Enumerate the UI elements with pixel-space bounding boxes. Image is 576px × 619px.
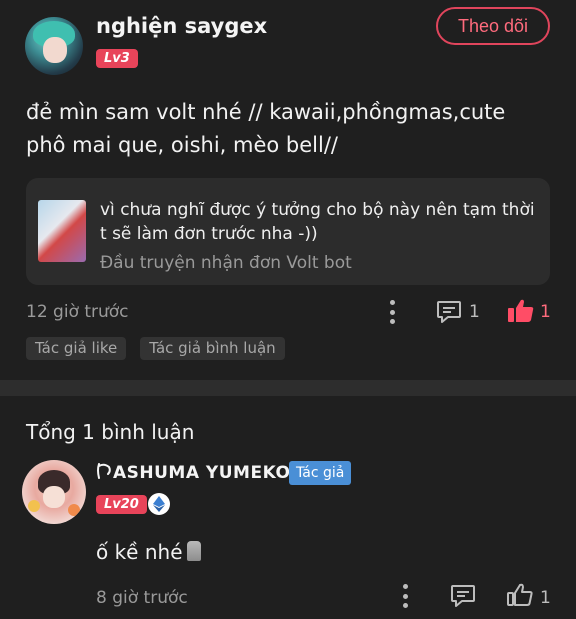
commenter-name[interactable]: ASHUMA YUMEKO bbox=[96, 462, 290, 483]
moai-emoji bbox=[186, 541, 201, 561]
post-author-level-badge: Lv3 bbox=[96, 49, 138, 68]
name-decoration-icon bbox=[97, 463, 111, 479]
commenter-level-badge: Lv20 bbox=[96, 495, 147, 514]
section-divider bbox=[0, 380, 576, 396]
comment-like-count: 1 bbox=[540, 588, 551, 608]
comment-text: ố kề nhé bbox=[96, 540, 201, 564]
tag-author-commented: Tác giả bình luận bbox=[140, 337, 285, 360]
comment-timestamp: 8 giờ trước bbox=[96, 588, 188, 608]
tag-author-like: Tác giả like bbox=[26, 337, 127, 360]
comment-more-options-icon[interactable] bbox=[402, 584, 408, 608]
commenter-avatar[interactable] bbox=[22, 460, 86, 524]
post-author-avatar[interactable] bbox=[25, 17, 83, 75]
post-like-count: 1 bbox=[540, 302, 551, 322]
post-author-name[interactable]: nghiện saygex bbox=[96, 14, 267, 38]
thumbs-up-icon-filled[interactable] bbox=[507, 298, 535, 324]
post-timestamp: 12 giờ trước bbox=[26, 302, 129, 322]
chapter-thumbnail bbox=[38, 200, 86, 262]
ethereum-diamond-icon bbox=[148, 493, 170, 515]
post-tags: Tác giả like Tác giả bình luận bbox=[26, 337, 285, 360]
post-more-options-icon[interactable] bbox=[389, 300, 395, 324]
post-card: nghiện saygex Lv3 Theo dõi đẻ mìn sam vo… bbox=[0, 0, 576, 380]
follow-button[interactable]: Theo dõi bbox=[436, 7, 550, 45]
post-comment-count: 1 bbox=[469, 302, 480, 322]
quoted-chapter-card[interactable]: vì chưa nghĩ được ý tưởng cho bộ này nên… bbox=[26, 178, 550, 285]
thumbs-up-icon[interactable] bbox=[506, 582, 534, 608]
comments-count-title: Tổng 1 bình luận bbox=[26, 420, 195, 444]
post-body-text: đẻ mìn sam volt nhé // kawaii,phồngmas,c… bbox=[26, 100, 506, 157]
comment-bubble-icon[interactable] bbox=[436, 300, 462, 324]
quoted-chapter-title: Đầu truyện nhận đơn Volt bot bbox=[100, 253, 352, 273]
author-badge: Tác giả bbox=[289, 461, 352, 485]
quoted-text: vì chưa nghĩ được ý tưởng cho bộ này nên… bbox=[100, 200, 535, 244]
comments-section: Tổng 1 bình luận ASHUMA YUMEKO Tác giả L… bbox=[0, 396, 576, 619]
reply-comment-icon[interactable] bbox=[450, 584, 476, 608]
